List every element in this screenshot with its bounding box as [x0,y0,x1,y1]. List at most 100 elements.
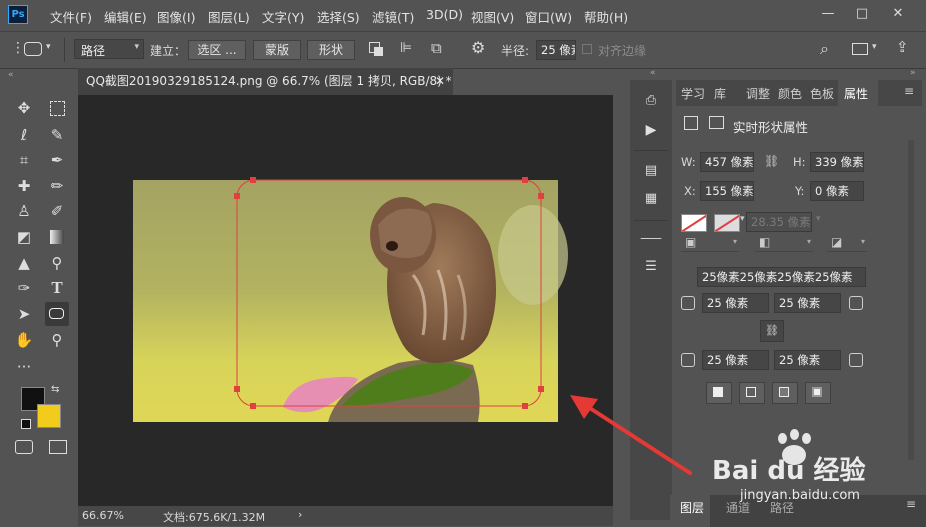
y-input[interactable]: 0 像素 [810,181,864,201]
menu-filter[interactable]: 滤镜(T) [372,7,414,26]
menu-3d[interactable]: 3D(D) [426,7,463,22]
history-brush-icon[interactable]: ✐ [45,199,69,223]
stroke-align-select[interactable]: ▣ ▾ [681,235,739,252]
rounded-rect-tool-icon[interactable] [24,42,42,56]
eraser-tool-icon[interactable]: ◩ [12,225,36,249]
menu-view[interactable]: 视图(V) [471,7,514,26]
width-input[interactable]: 457 像素 [700,152,754,172]
chevron-down-icon[interactable]: ▾ [740,214,745,224]
menu-help[interactable]: 帮助(H) [584,7,628,26]
workspace-icon[interactable] [852,43,868,55]
x-input[interactable]: 155 像素 [700,181,754,201]
menu-file[interactable]: 文件(F) [50,7,92,26]
stroke-swatch[interactable] [714,214,740,232]
path-arrangement-icon[interactable]: ⧉ [431,39,442,57]
exclude-shapes-icon[interactable] [805,382,831,404]
shape-button[interactable]: 形状 [307,40,355,60]
tab-adjustments[interactable]: 调整 [746,85,770,102]
libraries-icon[interactable]: ▤ [639,160,663,182]
chevron-down-icon[interactable]: ▾ [872,42,877,52]
tab-color[interactable]: 颜色 [778,85,802,102]
quick-selection-icon[interactable]: ✎ [45,123,69,147]
maximize-button[interactable]: □ [852,5,872,23]
hand-tool-icon[interactable]: ✋ [12,328,36,352]
collapse-toolbar-icon[interactable]: « [8,70,14,80]
height-input[interactable]: 339 像素 [810,152,864,172]
lasso-tool-icon[interactable]: ℓ [12,123,36,147]
healing-brush-icon[interactable]: ✚ [12,174,36,198]
adjustments-icon[interactable]: ☰ [639,256,663,278]
brush-tool-icon[interactable]: ✏ [45,174,69,198]
gear-icon[interactable]: ⚙ [471,38,485,57]
menu-image[interactable]: 图像(I) [157,7,195,26]
collapse-right-icon[interactable]: » [910,68,916,78]
collapse-panels-icon[interactable]: « [650,68,656,78]
more-tools-icon[interactable]: ··· [12,355,36,379]
selection-button[interactable]: 选区 ... [188,40,246,60]
swap-colors-icon[interactable]: ⇆ [51,384,59,395]
path-selection-icon[interactable]: ➤ [12,302,36,326]
stroke-width-input[interactable]: 28.35 像素 [746,212,812,232]
default-colors-icon[interactable] [21,419,31,429]
radius-input[interactable]: 25 像素 [536,40,576,60]
path-alignment-icon[interactable]: ⊫ [400,40,412,56]
tab-libraries[interactable]: 库 [714,85,726,102]
corner-top-left-input[interactable]: 25 像素 [702,293,769,313]
link-icon[interactable]: ⛓ [764,154,779,168]
fill-swatch[interactable] [681,214,707,232]
tab-properties[interactable]: 属性 [844,85,868,102]
clone-stamp-icon[interactable]: ♙ [12,199,36,223]
menu-type[interactable]: 文字(Y) [262,7,304,26]
notes-icon[interactable]: ▦ [639,188,663,210]
mask-button[interactable]: 蒙版 [253,40,301,60]
corner-top-right-input[interactable]: 25 像素 [774,293,841,313]
close-icon[interactable]: ✕ [435,68,445,95]
dodge-tool-icon[interactable]: ⚲ [45,251,69,275]
actions-play-icon[interactable]: ▶ [639,119,663,141]
menu-window[interactable]: 窗口(W) [525,7,572,26]
corner-bottom-right-input[interactable]: 25 像素 [774,350,841,370]
tab-layers[interactable]: 图层 [680,499,704,516]
quick-mask-icon[interactable] [15,440,33,454]
intersect-shapes-icon[interactable] [772,382,798,404]
brush-settings-icon[interactable]: ⸺ [639,228,663,250]
eyedropper-icon[interactable]: ✒ [45,148,69,172]
chevron-down-icon[interactable]: ▾ [816,214,821,224]
corner-bottom-left-input[interactable]: 25 像素 [702,350,769,370]
screen-mode-icon[interactable] [49,440,67,454]
combine-shapes-icon[interactable] [706,382,732,404]
align-edges-checkbox[interactable] [582,44,592,54]
move-tool-icon[interactable]: ✥ [12,96,36,120]
document-tab[interactable]: QQ截图20190329185124.png @ 66.7% (图层 1 拷贝,… [78,68,453,95]
minimize-button[interactable]: — [818,5,838,23]
subtract-shapes-icon[interactable] [739,382,765,404]
marquee-tool-icon[interactable] [45,96,69,120]
pen-tool-icon[interactable]: ✑ [12,276,36,300]
panel-scrollbar[interactable] [908,140,914,460]
chevron-right-icon[interactable]: › [298,508,302,521]
chevron-down-icon[interactable]: ▾ [46,42,51,52]
search-icon[interactable]: ⌕ [820,39,829,59]
menu-edit[interactable]: 编辑(E) [104,7,147,26]
zoom-level[interactable]: 66.67% [82,509,124,522]
menu-layer[interactable]: 图层(L) [208,7,250,26]
stroke-join-select[interactable]: ◪ ▾ [827,235,867,252]
type-tool-icon[interactable]: T [45,276,69,300]
close-button[interactable]: ✕ [888,5,908,23]
stroke-cap-select[interactable]: ◧ ▾ [755,235,813,252]
history-icon[interactable]: ⎙ [639,90,663,112]
zoom-tool-icon[interactable]: ⚲ [45,328,69,352]
background-color-swatch[interactable] [37,404,61,428]
crop-tool-icon[interactable]: ⌗ [12,148,36,172]
menu-select[interactable]: 选择(S) [317,7,360,26]
rounded-rectangle-tool-icon[interactable] [45,302,69,326]
tab-learn[interactable]: 学习 [681,85,705,102]
corner-radius-combined-input[interactable]: 25像素25像素25像素25像素 [697,267,866,287]
tab-swatches[interactable]: 色板 [810,85,834,102]
share-icon[interactable]: ⇪ [896,38,909,56]
blur-tool-icon[interactable]: ▲ [12,251,36,275]
mask-properties-icon[interactable] [709,116,724,129]
mode-select[interactable]: 路径 ▾ [74,39,144,59]
panel-menu-icon[interactable]: ≡ [904,84,914,98]
path-operations-icon[interactable] [367,40,385,58]
